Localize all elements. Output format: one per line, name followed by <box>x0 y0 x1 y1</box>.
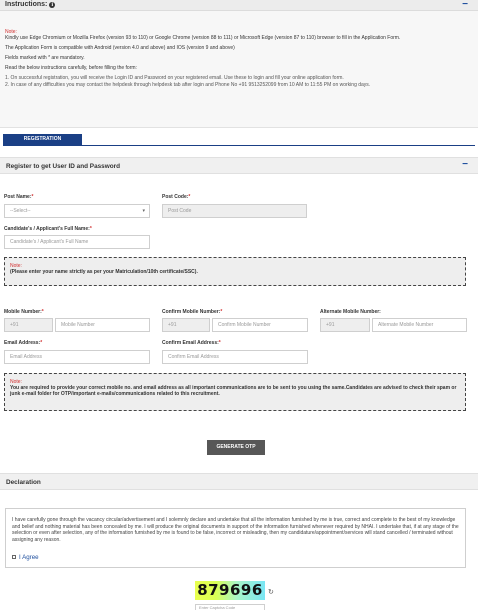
instructions-line-mandatory: Fields marked with * are mandatory. <box>5 55 85 62</box>
post-name-select[interactable]: --Select-- ▾ <box>4 204 150 218</box>
confirm-email-input[interactable]: Confirm Email Address <box>162 350 308 364</box>
contact-note-box: Note: You are required to provide your c… <box>4 373 466 411</box>
tab-underline <box>3 145 475 146</box>
tab-registration[interactable]: REGISTRATION <box>3 134 82 145</box>
agree-label: I Agree <box>19 554 39 561</box>
name-note-box: Note: (Please enter your name strictly a… <box>4 257 466 286</box>
declaration-text: I have carefully gone through the vacanc… <box>12 517 459 543</box>
instructions-body: Note: Kindly use Edge Chromium or Mozill… <box>5 29 470 88</box>
instructions-line-browser: Kindly use Edge Chromium or Mozilla Fire… <box>5 35 401 42</box>
info-icon: i <box>49 2 56 8</box>
mobile-input[interactable]: Mobile Number <box>55 318 150 332</box>
checkbox-icon[interactable] <box>12 555 16 559</box>
email-label: Email Address:* <box>4 340 43 346</box>
confirm-email-label: Confirm Email Address:* <box>162 340 221 346</box>
alt-mobile-label: Alternate Mobile Number: <box>320 309 381 315</box>
name-note-text: (Please enter your name strictly as per … <box>10 269 198 275</box>
instructions-list-item: 2. In case of any difficulties you may c… <box>5 81 371 88</box>
post-code-label: Post Code:* <box>162 194 191 200</box>
declaration-title: Declaration <box>6 479 41 486</box>
confirm-mobile-label: Confirm Mobile Number:* <box>162 309 223 315</box>
contact-note-text: You are required to provide your correct… <box>10 385 457 397</box>
post-name-label: Post Name:* <box>4 194 34 200</box>
confirm-mobile-input[interactable]: Confirm Mobile Number <box>212 318 308 332</box>
instructions-collapse-button[interactable]: − <box>462 0 468 10</box>
email-input[interactable]: Email Address <box>4 350 150 364</box>
alt-mobile-country-code: +91 <box>320 318 370 332</box>
captcha-image: 879696 <box>195 581 265 600</box>
mobile-label: Mobile Number:* <box>4 309 44 315</box>
captcha-area: 879696 ↻ Enter Captcha Code <box>195 579 275 610</box>
refresh-icon[interactable]: ↻ <box>268 588 274 596</box>
instructions-title: Instructions: i <box>5 1 56 8</box>
candidate-name-label: Candidate's / Applicant's Full Name:* <box>4 226 92 232</box>
register-section-title: Register to get User ID and Password <box>6 163 120 170</box>
instructions-panel: Instructions: i − Note: Kindly use Edge … <box>0 0 478 128</box>
generate-otp-button[interactable]: GENERATE OTP <box>207 440 265 455</box>
instructions-header[interactable]: Instructions: i − <box>0 0 478 11</box>
register-section-header[interactable]: Register to get User ID and Password − <box>0 157 478 174</box>
chevron-down-icon: ▾ <box>142 208 145 214</box>
declaration-section-header: Declaration <box>0 473 478 490</box>
candidate-name-input[interactable]: Candidate's / Applicant's Full Name <box>4 235 150 249</box>
post-code-input[interactable]: Post Code <box>162 204 307 218</box>
instructions-line-read: Read the below instructions carefully, b… <box>5 65 137 72</box>
register-collapse-button[interactable]: − <box>462 160 468 170</box>
confirm-mobile-country-code: +91 <box>162 318 210 332</box>
declaration-box: I have carefully gone through the vacanc… <box>5 508 466 568</box>
agree-checkbox[interactable]: I Agree <box>12 554 39 561</box>
mobile-country-code: +91 <box>4 318 53 332</box>
captcha-input[interactable]: Enter Captcha Code <box>195 604 265 610</box>
alt-mobile-input[interactable]: Alternate Mobile Number <box>372 318 467 332</box>
instructions-line-compat: The Application Form is compatible with … <box>5 45 235 52</box>
